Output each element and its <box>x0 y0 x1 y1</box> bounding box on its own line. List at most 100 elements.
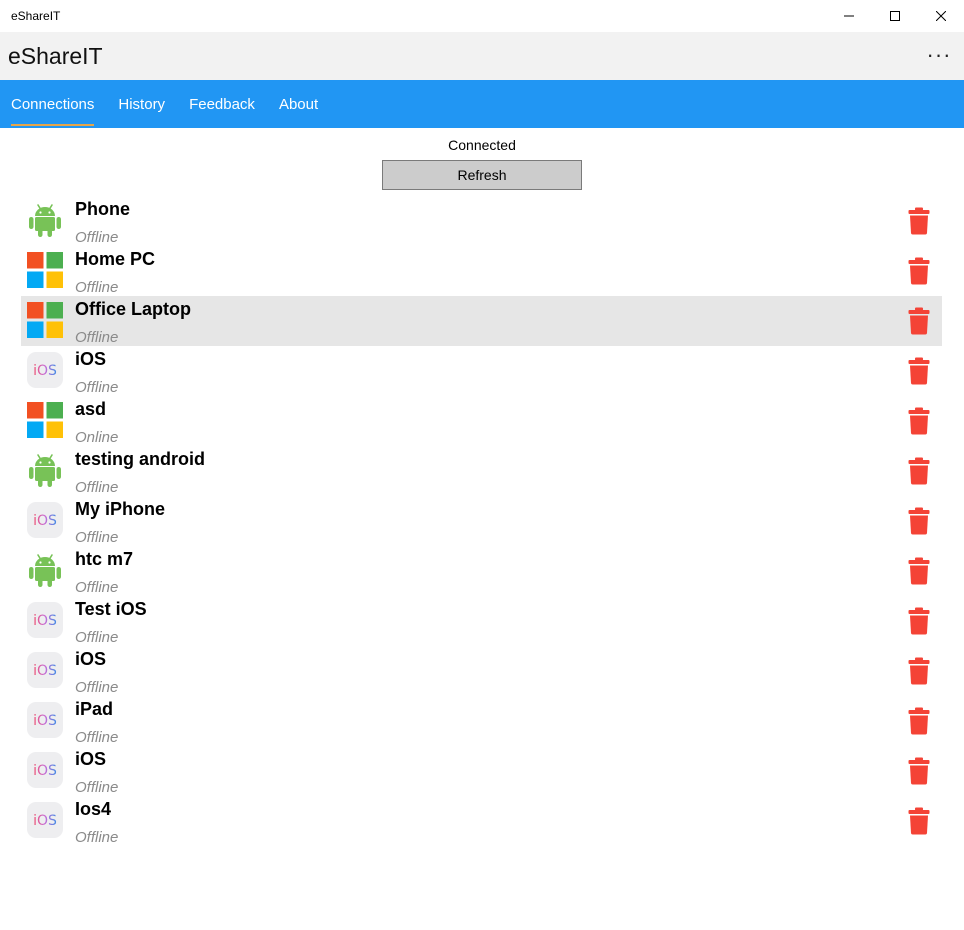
minimize-button[interactable] <box>826 0 872 32</box>
trash-icon <box>908 607 930 639</box>
delete-device-button[interactable] <box>908 307 930 335</box>
app-title: eShareIT <box>8 43 103 69</box>
device-name: Office Laptop <box>75 299 191 319</box>
ios-icon-label: iOS <box>33 763 57 779</box>
tab-about[interactable]: About <box>267 80 330 128</box>
maximize-button[interactable] <box>872 0 918 32</box>
tab-feedback[interactable]: Feedback <box>177 80 267 128</box>
delete-device-button[interactable] <box>908 407 930 435</box>
device-row[interactable]: iOS iOS Offline <box>21 646 942 696</box>
delete-device-button[interactable] <box>908 607 930 635</box>
device-name: iOS <box>75 349 107 369</box>
device-status: Online <box>75 429 119 446</box>
delete-device-button[interactable] <box>908 207 930 235</box>
ios-icon-label: iOS <box>33 713 57 729</box>
delete-device-button[interactable] <box>908 507 930 535</box>
trash-icon <box>908 357 930 389</box>
ios-icon-label: iOS <box>33 513 57 529</box>
windows-icon <box>26 401 64 439</box>
device-status: Offline <box>75 729 119 746</box>
android-icon <box>26 551 64 589</box>
trash-icon <box>908 757 930 789</box>
close-button[interactable] <box>918 0 964 32</box>
window-title: eShareIT <box>11 9 61 23</box>
delete-device-button[interactable] <box>908 257 930 285</box>
device-status: Offline <box>75 229 119 246</box>
tab-history[interactable]: History <box>106 80 177 128</box>
ios-icon-label: iOS <box>33 663 57 679</box>
windows-icon <box>26 251 64 289</box>
device-name: Phone <box>75 199 131 219</box>
android-icon <box>26 201 64 239</box>
refresh-wrapper: Refresh <box>0 160 964 190</box>
trash-icon <box>908 807 930 839</box>
device-row[interactable]: iOS iOS Offline <box>21 346 942 396</box>
ios-icon-label: iOS <box>33 813 57 829</box>
device-row[interactable]: Phone Offline <box>21 196 942 246</box>
connection-status: Connected <box>448 137 516 153</box>
device-name: htc m7 <box>75 549 134 569</box>
android-icon <box>26 451 64 489</box>
device-status: Offline <box>75 329 119 346</box>
trash-icon <box>908 257 930 289</box>
close-icon <box>936 11 946 21</box>
delete-device-button[interactable] <box>908 557 930 585</box>
delete-device-button[interactable] <box>908 357 930 385</box>
device-status: Offline <box>75 679 119 696</box>
ios-icon: iOS <box>26 651 64 689</box>
ios-icon-label: iOS <box>33 363 57 379</box>
device-status: Offline <box>75 629 119 646</box>
device-row[interactable]: asd Online <box>21 396 942 446</box>
nav-bar: Connections History Feedback About <box>0 80 964 128</box>
device-list: Phone Offline Home PC Offline Office Laptop O… <box>21 196 942 846</box>
device-name: My iPhone <box>75 499 166 519</box>
device-row[interactable]: iOS Test iOS Offline <box>21 596 942 646</box>
ios-icon: iOS <box>26 351 64 389</box>
window-controls <box>826 0 964 32</box>
device-name: Ios4 <box>75 799 112 819</box>
device-status: Offline <box>75 579 119 596</box>
device-name: Home PC <box>75 249 156 269</box>
trash-icon <box>908 557 930 589</box>
refresh-button[interactable]: Refresh <box>382 160 582 190</box>
device-status: Offline <box>75 779 119 796</box>
trash-icon <box>908 657 930 689</box>
device-row[interactable]: iOS My iPhone Offline <box>21 496 942 546</box>
trash-icon <box>908 407 930 439</box>
device-row[interactable]: iOS Ios4 Offline <box>21 796 942 846</box>
ios-icon: iOS <box>26 701 64 739</box>
device-status: Offline <box>75 829 119 846</box>
maximize-icon <box>890 11 900 21</box>
device-name: asd <box>75 399 107 419</box>
delete-device-button[interactable] <box>908 457 930 485</box>
device-row[interactable]: Office Laptop Offline <box>21 296 942 346</box>
minimize-icon <box>844 15 854 17</box>
trash-icon <box>908 307 930 339</box>
trash-icon <box>908 207 930 239</box>
more-options-button[interactable]: ··· <box>926 42 952 68</box>
tab-connections[interactable]: Connections <box>0 80 106 128</box>
device-row[interactable]: iOS iPad Offline <box>21 696 942 746</box>
device-status: Offline <box>75 529 119 546</box>
device-name: iOS <box>75 649 107 669</box>
ios-icon: iOS <box>26 501 64 539</box>
device-name: testing android <box>75 449 205 469</box>
app-header: eShareIT ··· <box>0 32 964 80</box>
device-row[interactable]: testing android Offline <box>21 446 942 496</box>
ios-icon: iOS <box>26 751 64 789</box>
device-row[interactable]: htc m7 Offline <box>21 546 942 596</box>
device-name: Test iOS <box>75 599 147 619</box>
device-status: Offline <box>75 379 119 396</box>
ios-icon-label: iOS <box>33 613 57 629</box>
delete-device-button[interactable] <box>908 807 930 835</box>
delete-device-button[interactable] <box>908 707 930 735</box>
trash-icon <box>908 507 930 539</box>
device-row[interactable]: iOS iOS Offline <box>21 746 942 796</box>
device-row[interactable]: Home PC Offline <box>21 246 942 296</box>
ios-icon: iOS <box>26 801 64 839</box>
windows-icon <box>26 301 64 339</box>
delete-device-button[interactable] <box>908 757 930 785</box>
device-status: Offline <box>75 279 119 296</box>
delete-device-button[interactable] <box>908 657 930 685</box>
device-name: iOS <box>75 749 107 769</box>
